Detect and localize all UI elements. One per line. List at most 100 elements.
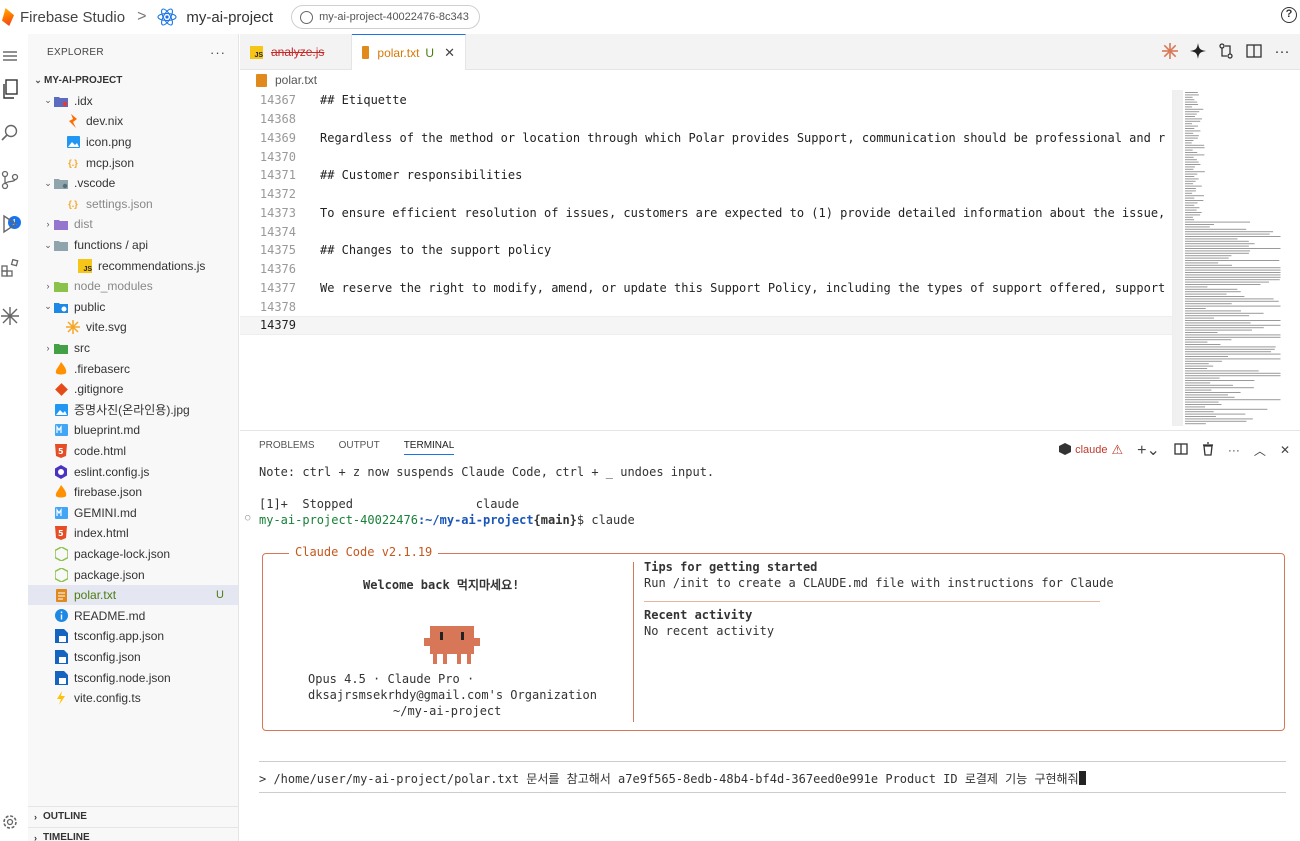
- tree-item-tsconfig-app[interactable]: tsconfig.app.json: [28, 626, 238, 647]
- gemini-spark-icon[interactable]: [0, 304, 20, 328]
- tree-item-node-modules[interactable]: › node_modules: [28, 276, 238, 297]
- claude-spark-icon[interactable]: [1162, 43, 1178, 59]
- minimap-line: [1185, 125, 1198, 127]
- tree-item-public[interactable]: ⌄ public: [28, 297, 238, 318]
- new-terminal-icon[interactable]: +⌄: [1137, 440, 1160, 460]
- tree-item-mcp-json[interactable]: {.} mcp.json: [28, 152, 238, 173]
- more-actions-icon[interactable]: ···: [1228, 443, 1240, 457]
- project-name[interactable]: my-ai-project: [186, 9, 273, 26]
- minimap-line: [1185, 212, 1202, 213]
- minimap-line: [1185, 96, 1193, 98]
- tree-item-vite-config[interactable]: vite.config.ts: [28, 688, 238, 709]
- tree-item-idx[interactable]: ⌄ .idx: [28, 91, 238, 112]
- extensions-icon[interactable]: [0, 256, 20, 280]
- tree-item-firebaserc[interactable]: .firebaserc: [28, 358, 238, 379]
- tab-terminal[interactable]: TERMINAL: [403, 440, 455, 455]
- minimap-line: [1185, 360, 1222, 362]
- code-line: 14378: [259, 299, 296, 314]
- minimap-line: [1185, 298, 1274, 300]
- split-terminal-icon[interactable]: [1174, 442, 1188, 458]
- tree-root[interactable]: ⌄ MY-AI-PROJECT: [28, 70, 238, 91]
- close-tab-icon[interactable]: ✕: [444, 45, 455, 61]
- tree-item-tsconfig-node[interactable]: tsconfig.node.json: [28, 667, 238, 688]
- tree-item-dist[interactable]: › dist: [28, 214, 238, 235]
- tree-item-src[interactable]: › src: [28, 338, 238, 359]
- minimap-line: [1185, 166, 1195, 168]
- code-editor[interactable]: 14367 ## Etiquette 14368 14369 Regardless …: [240, 90, 1172, 426]
- tab-analyze-js[interactable]: JS analyze.js: [240, 34, 352, 70]
- split-editor-icon[interactable]: [1246, 43, 1262, 59]
- chevron-right-icon: ›: [46, 343, 50, 354]
- maximize-panel-icon[interactable]: ︿: [1254, 442, 1266, 459]
- menu-icon[interactable]: [0, 44, 20, 68]
- terminal-selector[interactable]: claude ⚠: [1059, 442, 1123, 458]
- tree-item-vite-svg[interactable]: vite.svg: [28, 317, 238, 338]
- compare-changes-icon[interactable]: [1218, 43, 1234, 59]
- tree-item-code-html[interactable]: 5 code.html: [28, 441, 238, 462]
- minimap-line: [1185, 320, 1281, 321]
- tree-item-blueprint-md[interactable]: blueprint.md: [28, 420, 238, 441]
- tree-item-functions-api[interactable]: ⌄ functions / api: [28, 235, 238, 256]
- chevron-down-icon: ⌄: [44, 301, 52, 312]
- source-control-icon[interactable]: [0, 168, 20, 192]
- trash-icon[interactable]: [1202, 441, 1214, 459]
- timeline-section[interactable]: › TIMELINE: [28, 827, 239, 841]
- tree-item-eslint-config[interactable]: eslint.config.js: [28, 461, 238, 482]
- minimap-line: [1185, 363, 1209, 365]
- minimap-line: [1185, 291, 1241, 293]
- tree-item-gemini-md[interactable]: GEMINI.md: [28, 502, 238, 523]
- search-icon[interactable]: [0, 121, 20, 145]
- tab-problems[interactable]: PROBLEMS: [259, 440, 315, 455]
- minimap-line: [1185, 156, 1194, 158]
- code-line: 14369 Regardless of the method or locatio…: [259, 130, 1166, 145]
- tree-item-package-lock[interactable]: package-lock.json: [28, 544, 238, 565]
- minimap-line: [1185, 336, 1281, 338]
- gemini-sparkle-icon[interactable]: [1190, 43, 1206, 59]
- tree-item-gitignore[interactable]: .gitignore: [28, 379, 238, 400]
- tree-item-recommendations-js[interactable]: JS recommendations.js: [28, 255, 238, 276]
- claude-input[interactable]: > /home/user/my-ai-project/polar.txt 문서를…: [259, 770, 1086, 787]
- run-debug-icon[interactable]: [0, 212, 20, 236]
- code-line: 14374: [259, 224, 296, 239]
- tree-item-firebase-json[interactable]: firebase.json: [28, 482, 238, 503]
- minimap-line: [1185, 365, 1214, 367]
- more-actions-icon[interactable]: ···: [1274, 43, 1290, 60]
- more-actions-icon[interactable]: ···: [210, 45, 226, 60]
- close-panel-icon[interactable]: ✕: [1280, 443, 1290, 457]
- explorer-files-icon[interactable]: [0, 77, 20, 101]
- recent-activity-text: No recent activity: [644, 624, 775, 638]
- tree-item-index-html[interactable]: 5 index.html: [28, 523, 238, 544]
- claude-input-area[interactable]: > /home/user/my-ai-project/polar.txt 문서를…: [259, 761, 1286, 793]
- breadcrumb[interactable]: polar.txt: [240, 70, 317, 90]
- help-icon[interactable]: ?: [1281, 7, 1297, 23]
- tab-polar-txt[interactable]: polar.txt U ✕: [352, 34, 466, 70]
- tree-item-dev-nix[interactable]: dev.nix: [28, 111, 238, 132]
- tree-item-polar-txt[interactable]: polar.txt U: [28, 584, 238, 606]
- code-line: 14367 ## Etiquette: [259, 93, 407, 108]
- workspace-pill[interactable]: my-ai-project-40022476-8c343: [291, 5, 480, 29]
- brand-name[interactable]: Firebase Studio: [20, 9, 125, 26]
- minimap-line: [1185, 130, 1201, 132]
- tree-item-tsconfig[interactable]: tsconfig.json: [28, 647, 238, 668]
- tree-item-icon-png[interactable]: icon.png: [28, 132, 238, 153]
- tree-item-readme[interactable]: README.md: [28, 605, 238, 626]
- minimap-line: [1185, 413, 1246, 415]
- tree-item-vscode[interactable]: ⌄ .vscode: [28, 173, 238, 194]
- tree-item-package-json[interactable]: package.json: [28, 564, 238, 585]
- tree-item-settings-json[interactable]: {.} settings.json: [28, 194, 238, 215]
- svg-text:5: 5: [58, 529, 64, 538]
- tree-item-photo-jpg[interactable]: 증명사진(온라인용).jpg: [28, 400, 238, 421]
- nix-icon: [66, 114, 80, 129]
- top-bar: Firebase Studio > my-ai-project my-ai-pr…: [0, 0, 1300, 34]
- minimap-line: [1185, 288, 1238, 290]
- minimap-line: [1185, 123, 1193, 125]
- minimap-slider[interactable]: [1173, 90, 1183, 426]
- tab-output[interactable]: OUTPUT: [339, 440, 380, 455]
- minimap-line: [1185, 132, 1194, 134]
- settings-gear-icon[interactable]: [0, 810, 20, 834]
- untracked-badge: U: [216, 589, 224, 602]
- minimap[interactable]: [1172, 90, 1300, 426]
- breadcrumb-separator: >: [137, 8, 147, 25]
- outline-section[interactable]: › OUTLINE: [28, 806, 239, 826]
- minimap-line: [1185, 356, 1228, 357]
